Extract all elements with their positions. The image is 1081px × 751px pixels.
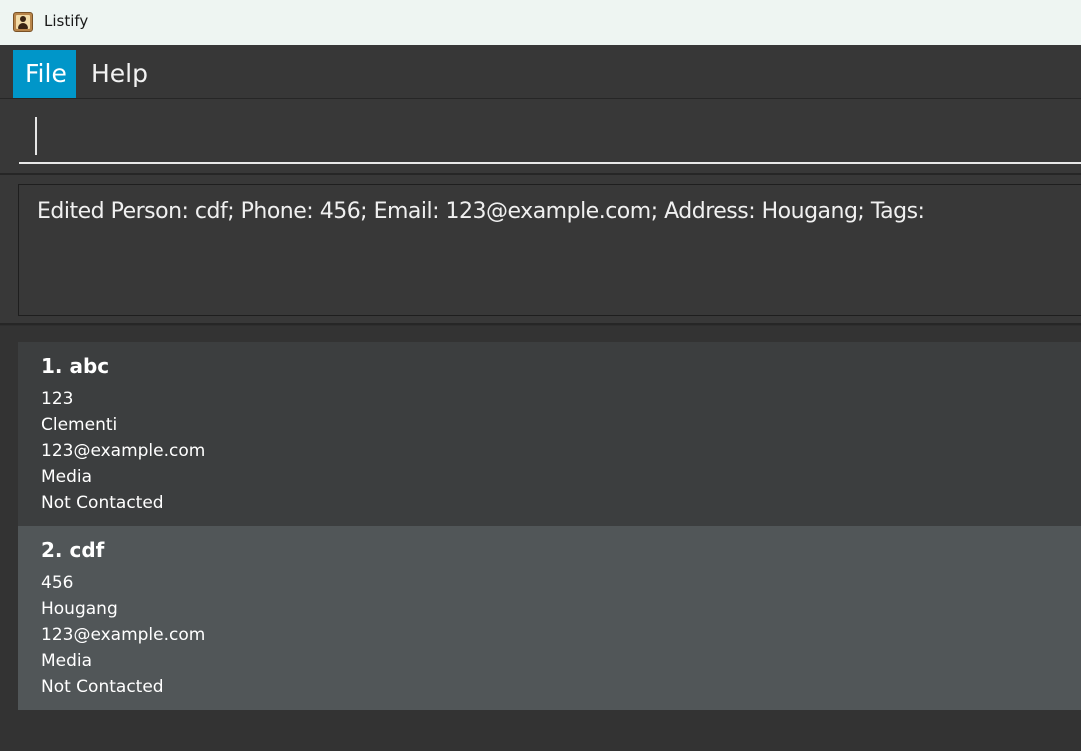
person-status: Not Contacted bbox=[41, 493, 164, 513]
person-category: Media bbox=[41, 467, 93, 487]
person-name: 1. abc bbox=[41, 354, 110, 378]
command-box-area bbox=[0, 99, 1081, 175]
person-email: 123@example.com bbox=[41, 625, 206, 645]
person-status: Not Contacted bbox=[41, 677, 164, 697]
person-category: Media bbox=[41, 651, 93, 671]
address-book-icon bbox=[13, 12, 33, 32]
text-caret bbox=[35, 117, 37, 155]
result-message: Edited Person: cdf; Phone: 456; Email: 1… bbox=[37, 199, 925, 224]
menu-bar: File Help bbox=[0, 45, 1081, 99]
title-bar: Listify bbox=[0, 0, 1081, 45]
person-address: Hougang bbox=[41, 599, 118, 619]
command-input[interactable] bbox=[19, 111, 1081, 164]
person-name: 2. cdf bbox=[41, 538, 105, 562]
person-card-selected[interactable]: 2. cdf 456 Hougang 123@example.com Media… bbox=[18, 526, 1081, 710]
person-card[interactable]: 1. abc 123 Clementi 123@example.com Medi… bbox=[18, 342, 1081, 526]
person-phone: 123 bbox=[41, 389, 74, 409]
result-display-area: Edited Person: cdf; Phone: 456; Email: 1… bbox=[0, 175, 1081, 325]
result-display[interactable]: Edited Person: cdf; Phone: 456; Email: 1… bbox=[18, 184, 1081, 316]
person-address: Clementi bbox=[41, 415, 118, 435]
window-title: Listify bbox=[44, 12, 89, 30]
menu-file[interactable]: File bbox=[13, 50, 76, 98]
app-window: Listify File Help Edited Person: cdf; Ph… bbox=[0, 0, 1081, 751]
person-phone: 456 bbox=[41, 573, 74, 593]
person-list[interactable]: 1. abc 123 Clementi 123@example.com Medi… bbox=[0, 326, 1081, 751]
menu-help[interactable]: Help bbox=[78, 50, 161, 98]
person-email: 123@example.com bbox=[41, 441, 206, 461]
